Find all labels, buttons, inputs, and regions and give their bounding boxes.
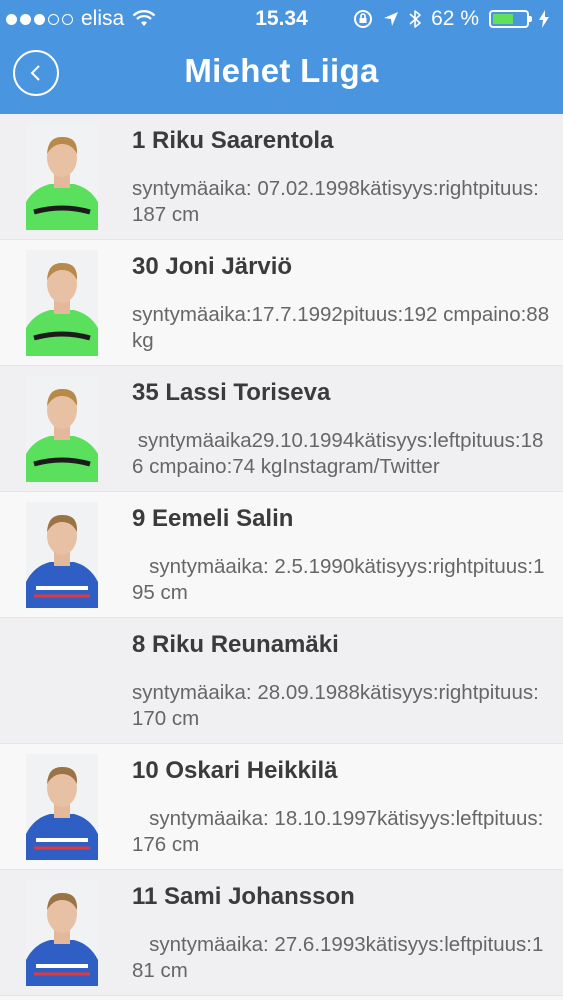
player-name: 35 Lassi Toriseva xyxy=(132,379,331,406)
bluetooth-icon xyxy=(409,10,421,28)
player-photo xyxy=(26,250,98,356)
player-photo xyxy=(26,754,98,860)
player-name: 10 Oskari Heikkilä xyxy=(132,757,338,784)
player-details: syntymäaika: 07.02.1998kätisyys:rightpit… xyxy=(132,177,539,226)
player-details: syntymäaika:17.7.1992pituus:192 cmpaino:… xyxy=(132,303,550,352)
player-photo xyxy=(26,124,98,230)
player-row[interactable]: 35 Lassi Toriseva syntymäaika29.10.1994k… xyxy=(0,366,563,492)
location-arrow-icon xyxy=(384,12,399,26)
orientation-lock-icon xyxy=(354,10,373,28)
player-name: 8 Riku Reunamäki xyxy=(132,631,339,658)
player-list: 1 Riku Saarentola syntymäaika: 07.02.1998… xyxy=(0,114,563,996)
battery-icon xyxy=(489,10,532,28)
player-row[interactable]: 9 Eemeli Salin syntymäaika: 2.5.1990käti… xyxy=(0,492,563,618)
status-bar: elisa 15.34 62 % xyxy=(0,0,563,38)
player-details: syntymäaika: 27.6.1993kätisyys:leftpituu… xyxy=(132,933,544,982)
player-name: 9 Eemeli Salin xyxy=(132,505,294,532)
player-name: 30 Joni Järviö xyxy=(132,253,293,280)
player-row[interactable]: 1 Riku Saarentola syntymäaika: 07.02.1998… xyxy=(0,114,563,240)
player-name: 1 Riku Saarentola xyxy=(132,127,334,154)
player-photo-placeholder xyxy=(26,628,98,734)
player-row[interactable]: 8 Riku Reunamäki syntymäaika: 28.09.1988k… xyxy=(0,618,563,744)
player-photo xyxy=(26,880,98,986)
player-name: 11 Sami Johansson xyxy=(132,883,355,910)
player-row[interactable]: 11 Sami Johansson syntymäaika: 27.6.1993… xyxy=(0,870,563,996)
player-photo xyxy=(26,502,98,608)
player-details: syntymäaika: 18.10.1997kätisyys:leftpitu… xyxy=(132,807,544,856)
page-title: Miehet Liiga xyxy=(184,52,379,89)
player-details: syntymäaika: 2.5.1990kätisyys:rightpituu… xyxy=(132,555,545,604)
player-details: syntymäaika29.10.1994kätisyys:leftpituus… xyxy=(132,429,544,478)
charging-bolt-icon xyxy=(539,10,549,28)
player-details: syntymäaika: 28.09.1988kätisyys:rightpit… xyxy=(132,681,539,730)
player-photo xyxy=(26,376,98,482)
app-header: elisa 15.34 62 % Miehet Liiga xyxy=(0,0,563,114)
player-row[interactable]: 10 Oskari Heikkilä syntymäaika: 18.10.19… xyxy=(0,744,563,870)
battery-percent: 62 % xyxy=(431,7,479,30)
player-row[interactable]: 30 Joni Järviö syntymäaika:17.7.1992pituu… xyxy=(0,240,563,366)
